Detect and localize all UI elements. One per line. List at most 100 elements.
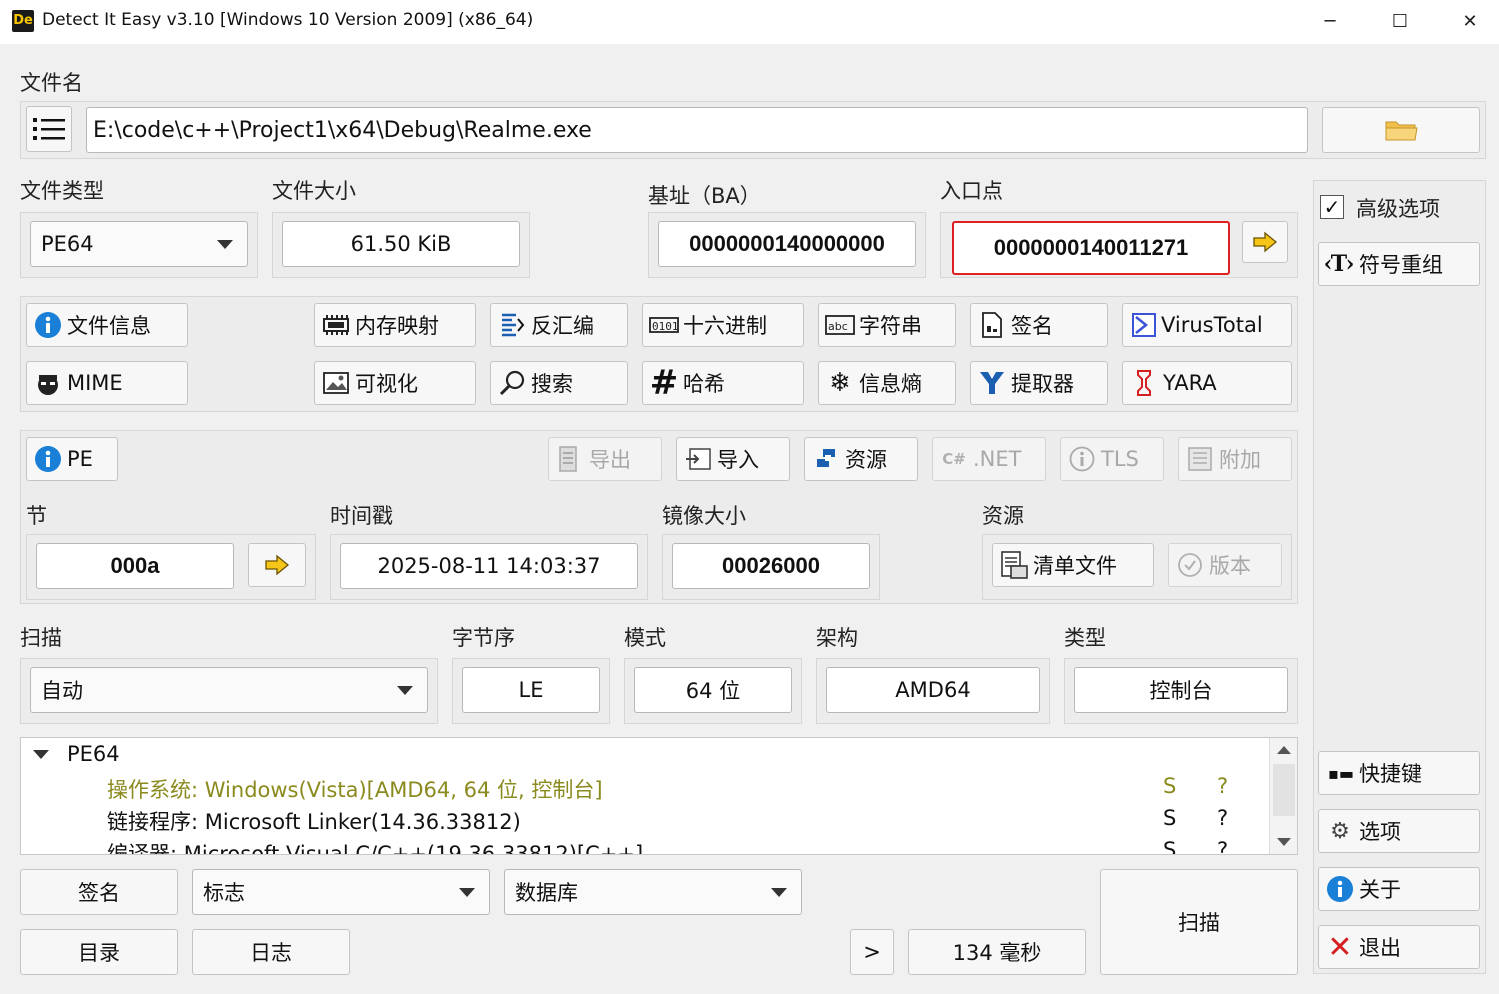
import-icon <box>683 444 713 474</box>
result-row-os[interactable]: 操作系统: Windows(Vista)[AMD64, 64 位, 控制台] <box>107 774 603 804</box>
yara-button[interactable]: YARA <box>1122 361 1292 405</box>
type-value: 控制台 <box>1074 667 1288 713</box>
exit-button[interactable]: ✕ 退出 <box>1318 925 1480 969</box>
options-button[interactable]: ⚙ 选项 <box>1318 809 1480 853</box>
app-icon: De <box>12 10 34 32</box>
shortcut-button[interactable]: ▪▬ 快捷键 <box>1318 751 1480 795</box>
file-path-input[interactable]: E:\code\c++\Project1\x64\Debug\Realme.ex… <box>86 107 1308 153</box>
hex-label: 十六进制 <box>683 314 767 338</box>
net-button[interactable]: C# .NET <box>932 437 1046 481</box>
signature-button[interactable]: 签名 <box>20 869 178 915</box>
import-button[interactable]: 导入 <box>676 437 790 481</box>
version-button[interactable]: 版本 <box>1168 543 1282 587</box>
result-row-os-q[interactable]: ? <box>1217 774 1228 798</box>
scroll-down-icon[interactable] <box>1277 838 1291 846</box>
advanced-checkbox[interactable]: ✓ <box>1320 195 1344 219</box>
file-type-combo[interactable]: PE64 <box>30 221 248 267</box>
hex-button[interactable]: 0101 十六进制 <box>642 303 804 347</box>
folder-icon <box>1385 121 1418 141</box>
res-label: 资源 <box>982 504 1024 528</box>
svg-text:abc: abc <box>828 320 848 333</box>
sections-goto-button[interactable] <box>248 543 306 587</box>
entry-point-value[interactable]: 0000000140011271 <box>952 221 1230 275</box>
result-row-linker-s[interactable]: S <box>1163 806 1176 830</box>
visualize-label: 可视化 <box>355 372 418 396</box>
extractor-icon <box>977 368 1007 398</box>
memory-map-button[interactable]: 内存映射 <box>314 303 476 347</box>
scroll-thumb[interactable] <box>1273 764 1295 816</box>
entropy-icon: ❄ <box>829 368 851 398</box>
timestamp-value: 2025-08-11 14:03:37 <box>340 543 638 589</box>
options-label: 选项 <box>1359 820 1401 844</box>
signature-tool-button[interactable]: 签名 <box>970 303 1108 347</box>
visualize-button[interactable]: 可视化 <box>314 361 476 405</box>
result-scrollbar[interactable] <box>1269 738 1297 854</box>
extractor-button[interactable]: 提取器 <box>970 361 1108 405</box>
virustotal-icon <box>1129 310 1159 340</box>
minimize-button[interactable]: ─ <box>1310 6 1350 38</box>
virustotal-button[interactable]: VirusTotal <box>1122 303 1292 347</box>
image-icon <box>321 368 351 398</box>
file-info-label: 文件信息 <box>67 314 151 338</box>
info-outline-icon <box>1067 444 1097 474</box>
manifest-button[interactable]: 清单文件 <box>992 543 1154 587</box>
entropy-button[interactable]: ❄ 信息熵 <box>818 361 956 405</box>
more-button[interactable]: > <box>850 929 894 975</box>
entry-point-label: 入口点 <box>940 179 1003 203</box>
close-button[interactable]: ✕ <box>1450 6 1490 38</box>
symbol-button[interactable]: ‹T› 符号重组 <box>1318 242 1480 286</box>
mime-label: MIME <box>67 371 123 395</box>
directory-button[interactable]: 目录 <box>20 929 178 975</box>
endian-value: LE <box>462 667 600 713</box>
file-info-button[interactable]: 文件信息 <box>26 303 188 347</box>
arch-label: 架构 <box>816 626 858 650</box>
log-button[interactable]: 日志 <box>192 929 350 975</box>
strings-button[interactable]: abc 字符串 <box>818 303 956 347</box>
check-circle-icon <box>1175 550 1205 580</box>
result-row-os-s[interactable]: S <box>1163 774 1176 798</box>
file-type-label: 文件类型 <box>20 179 104 203</box>
chevron-down-icon <box>459 888 475 897</box>
exit-icon: ✕ <box>1327 929 1353 965</box>
result-row-compiler-q[interactable]: ? <box>1217 838 1228 854</box>
info-icon <box>1325 874 1355 904</box>
pe-button[interactable]: PE <box>26 437 118 481</box>
yara-icon <box>1129 368 1159 398</box>
manifest-label: 清单文件 <box>1033 554 1117 578</box>
resources-button[interactable]: 资源 <box>804 437 918 481</box>
flags-combo[interactable]: 标志 <box>192 869 490 915</box>
scroll-up-icon[interactable] <box>1277 746 1291 754</box>
tls-button[interactable]: TLS <box>1060 437 1164 481</box>
chevron-down-icon <box>397 686 413 695</box>
entry-point-goto-button[interactable] <box>1242 221 1288 263</box>
file-list-button[interactable] <box>26 106 72 152</box>
scan-button[interactable]: 扫描 <box>1100 869 1298 975</box>
exit-label: 退出 <box>1359 936 1401 960</box>
tls-label: TLS <box>1101 447 1139 471</box>
result-row-linker[interactable]: 链接程序: Microsoft Linker(14.36.33812) <box>107 806 521 836</box>
mime-button[interactable]: MIME <box>26 361 188 405</box>
search-label: 搜索 <box>531 372 573 396</box>
scan-mode-combo[interactable]: 自动 <box>30 667 428 713</box>
base-address-value: 0000000140000000 <box>658 221 916 267</box>
result-tree[interactable]: PE64 操作系统: Windows(Vista)[AMD64, 64 位, 控… <box>20 737 1298 855</box>
mime-icon <box>33 368 63 398</box>
maximize-button[interactable]: ☐ <box>1380 6 1420 38</box>
hash-button[interactable]: # 哈希 <box>642 361 804 405</box>
result-row-compiler-s[interactable]: S <box>1163 838 1176 854</box>
search-button[interactable]: 搜索 <box>490 361 628 405</box>
result-row-linker-q[interactable]: ? <box>1217 806 1228 830</box>
database-combo[interactable]: 数据库 <box>504 869 802 915</box>
about-button[interactable]: 关于 <box>1318 867 1480 911</box>
result-row-compiler[interactable]: 编译器: Microsoft Visual C/C++(19.36.33812)… <box>107 838 643 854</box>
sections-label: 节 <box>26 504 47 528</box>
result-root[interactable]: PE64 <box>67 742 120 766</box>
overlay-button[interactable]: 附加 <box>1178 437 1292 481</box>
expand-arrow-icon[interactable] <box>33 750 49 759</box>
disasm-button[interactable]: 反汇编 <box>490 303 628 347</box>
disasm-icon <box>497 310 527 340</box>
svg-text:0101: 0101 <box>652 320 679 333</box>
resources-label: 资源 <box>845 448 887 472</box>
export-button[interactable]: 导出 <box>548 437 662 481</box>
open-file-button[interactable] <box>1322 107 1480 153</box>
